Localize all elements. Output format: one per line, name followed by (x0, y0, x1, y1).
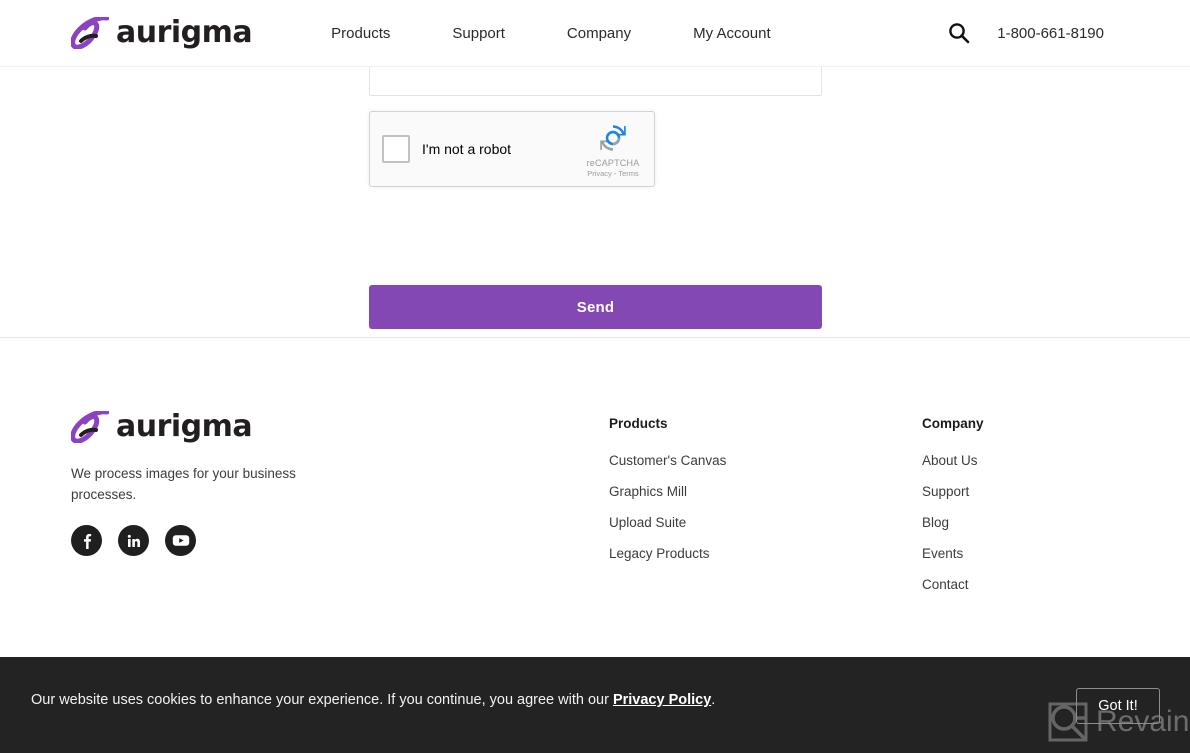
cookie-message-period: . (711, 692, 716, 708)
linkedin-icon (126, 533, 142, 549)
footer-heading-company: Company (922, 416, 984, 431)
footer-logo-wordmark: aurigma (116, 409, 253, 444)
aurigma-swoosh-logo-icon (71, 17, 109, 49)
footer-link-legacy-products[interactable]: Legacy Products (609, 546, 726, 561)
cookie-message-text: Our website uses cookies to enhance your… (31, 692, 613, 708)
privacy-policy-link[interactable]: Privacy Policy (613, 692, 711, 708)
cookie-message: Our website uses cookies to enhance your… (31, 692, 715, 708)
facebook-icon (78, 532, 95, 549)
send-button[interactable]: Send (369, 285, 822, 329)
main-navigation: Products Support Company My Account (300, 25, 802, 42)
cookie-accept-button[interactable]: Got It! (1076, 688, 1160, 724)
recaptcha-logo-icon (576, 121, 650, 155)
header-logo[interactable]: aurigma (71, 15, 253, 50)
footer-link-customers-canvas[interactable]: Customer's Canvas (609, 453, 726, 468)
youtube-icon (172, 534, 190, 547)
search-icon[interactable] (948, 22, 970, 44)
footer-column-company: Company About Us Support Blog Events Con… (922, 416, 984, 592)
facebook-link[interactable] (71, 525, 102, 556)
social-links (71, 525, 196, 556)
footer-logo[interactable]: aurigma (71, 411, 371, 443)
logo-wordmark: aurigma (116, 15, 253, 50)
footer-column-products: Products Customer's Canvas Graphics Mill… (609, 416, 726, 561)
footer-link-about-us[interactable]: About Us (922, 453, 984, 468)
footer-brand: aurigma We process images for your busin… (71, 411, 371, 506)
nav-item-my-account[interactable]: My Account (662, 25, 802, 42)
message-textarea[interactable] (369, 64, 822, 96)
nav-item-products[interactable]: Products (300, 25, 421, 42)
recaptcha-widget[interactable]: I'm not a robot reCAPTCHA Privacy - Term… (369, 111, 655, 187)
linkedin-link[interactable] (118, 525, 149, 556)
recaptcha-label: I'm not a robot (422, 141, 512, 157)
cookie-consent-bar: Our website uses cookies to enhance your… (0, 657, 1190, 753)
nav-item-company[interactable]: Company (536, 25, 662, 42)
footer-heading-products: Products (609, 416, 668, 431)
footer-link-events[interactable]: Events (922, 546, 984, 561)
contact-form-section: I'm not a robot reCAPTCHA Privacy - Term… (0, 64, 1190, 337)
footer-link-upload-suite[interactable]: Upload Suite (609, 515, 726, 530)
footer-link-contact[interactable]: Contact (922, 577, 984, 592)
footer-link-graphics-mill[interactable]: Graphics Mill (609, 484, 726, 499)
recaptcha-brand: reCAPTCHA Privacy - Terms (576, 121, 650, 178)
header-right-group: 1-800-661-8190 (948, 22, 1190, 44)
footer-link-blog[interactable]: Blog (922, 515, 984, 530)
aurigma-swoosh-logo-icon (71, 411, 109, 443)
site-footer: aurigma We process images for your busin… (0, 337, 1190, 657)
youtube-link[interactable] (165, 525, 196, 556)
recaptcha-terms[interactable]: Privacy - Terms (576, 169, 650, 178)
recaptcha-brand-name: reCAPTCHA (586, 157, 640, 168)
nav-item-support[interactable]: Support (421, 25, 536, 42)
footer-link-support[interactable]: Support (922, 484, 984, 499)
phone-number[interactable]: 1-800-661-8190 (997, 25, 1104, 42)
recaptcha-checkbox[interactable] (382, 135, 410, 163)
footer-tagline: We process images for your business proc… (71, 466, 296, 502)
site-header: aurigma Products Support Company My Acco… (0, 0, 1190, 67)
